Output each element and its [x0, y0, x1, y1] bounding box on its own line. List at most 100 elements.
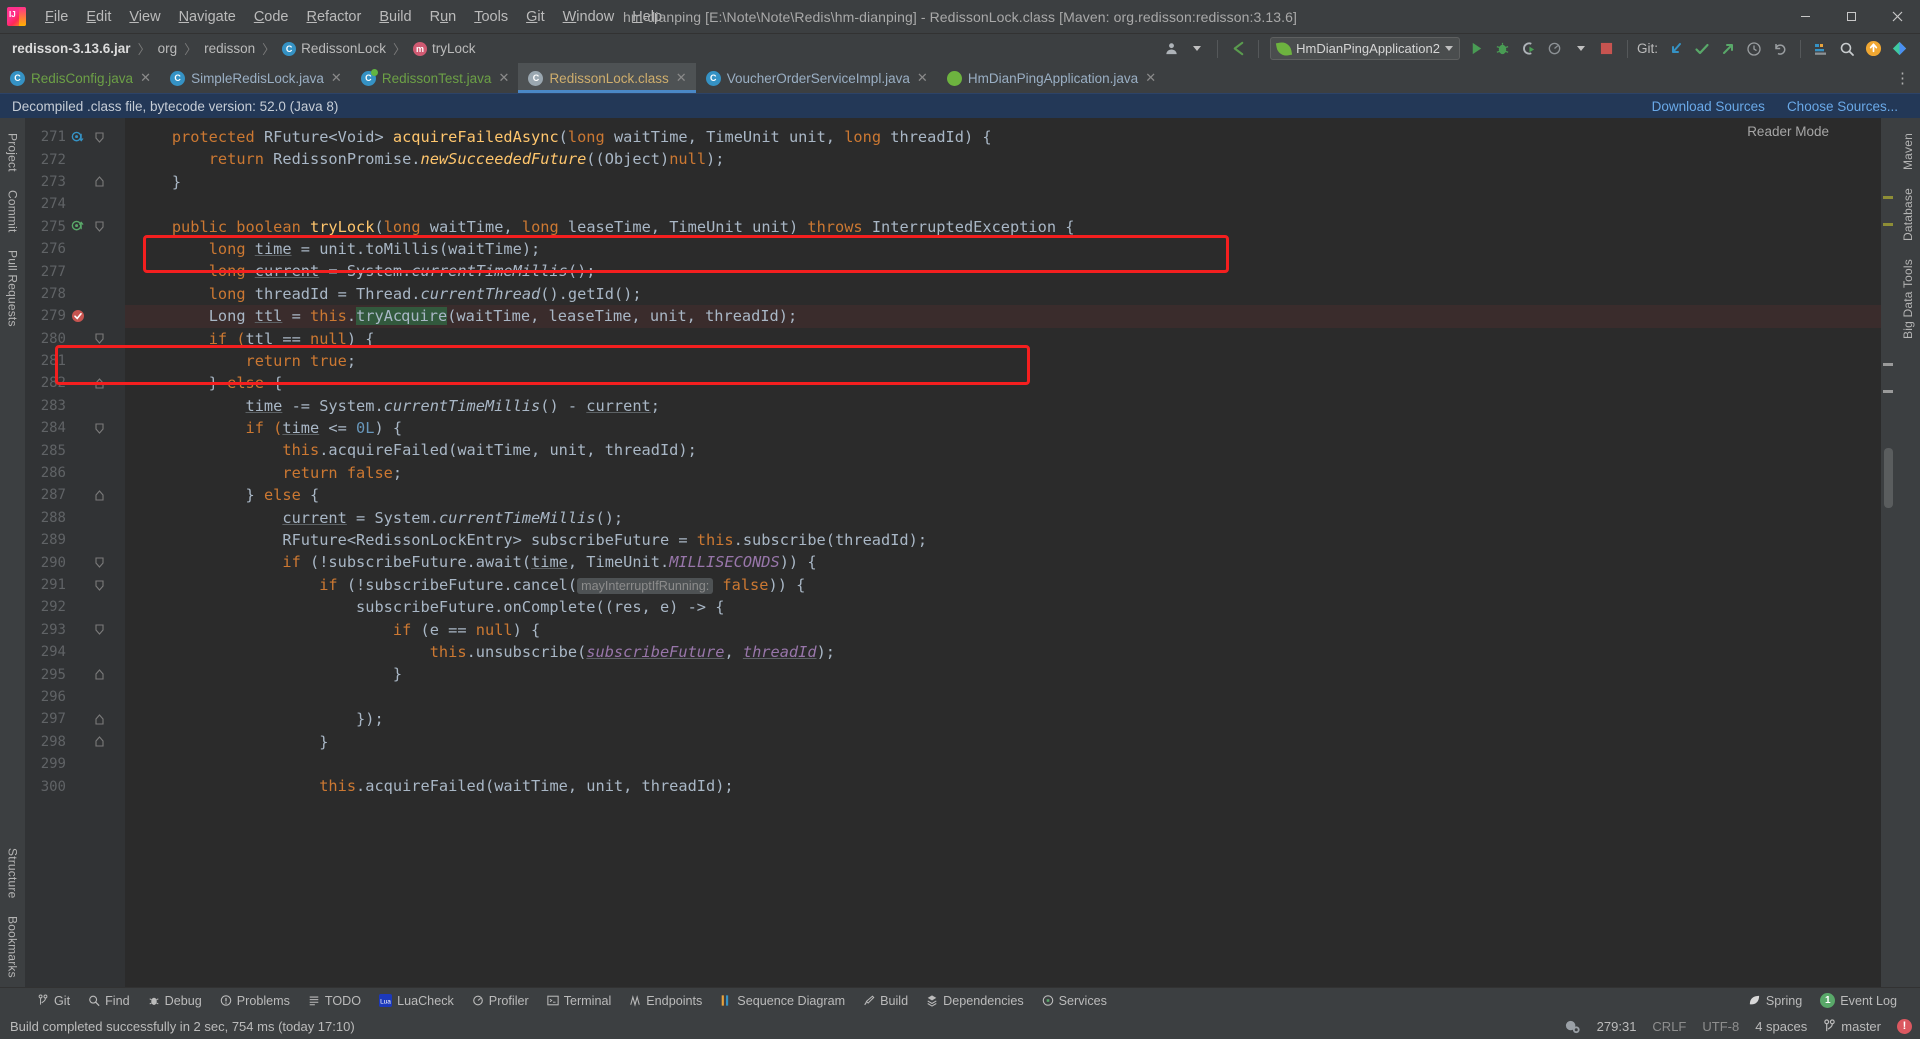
gutter-line-281[interactable]: 281 — [25, 350, 125, 372]
tool-window-luacheck[interactable]: Lua LuaCheck — [370, 992, 463, 1010]
editor-tabs-options-icon[interactable]: ⋮ — [1885, 63, 1920, 93]
gutter-line-288[interactable]: 288 — [25, 507, 125, 529]
gutter-line-299[interactable]: 299 — [25, 753, 125, 775]
fold-end-icon[interactable] — [95, 736, 115, 747]
code-line-292[interactable]: subscribeFuture.onComplete((res, e) -> { — [125, 596, 1881, 618]
sidebar-item-tool-maven[interactable]: Maven — [1897, 124, 1919, 179]
gutter-line-294[interactable]: 294 — [25, 641, 125, 663]
tool-window-profiler[interactable]: Profiler — [463, 992, 538, 1010]
run-with-coverage-icon[interactable] — [1516, 37, 1542, 60]
git-branch-widget[interactable]: master — [1823, 1019, 1881, 1034]
fold-end-icon[interactable] — [95, 669, 115, 680]
tool-window-services[interactable]: Services — [1033, 992, 1116, 1010]
gutter-line-295[interactable]: 295 — [25, 663, 125, 685]
run-configuration-selector[interactable]: HmDianPingApplication2 — [1270, 37, 1460, 60]
close-icon[interactable]: ✕ — [330, 70, 343, 86]
gutter-line-275[interactable]: 275 — [25, 216, 125, 238]
menu-edit[interactable]: Edit — [77, 4, 120, 30]
fold-open-icon[interactable] — [95, 423, 115, 434]
code-line-289[interactable]: RFuture<RedissonLockEntry> subscribeFutu… — [125, 529, 1881, 551]
update-project-icon[interactable] — [1663, 37, 1689, 60]
tool-window-build[interactable]: Build — [854, 992, 917, 1010]
breadcrumb[interactable]: redisson-3.13.6.jar 〉 org 〉 redisson 〉 C Rediss… — [12, 39, 475, 58]
gutter-line-296[interactable]: 296 — [25, 686, 125, 708]
gutter-line-277[interactable]: 277 — [25, 260, 125, 282]
line-separator[interactable]: CRLF — [1652, 1019, 1686, 1034]
code-line-283[interactable]: time -= System.currentTimeMillis() - cur… — [125, 395, 1881, 417]
tool-window-debug[interactable]: Debug — [139, 992, 211, 1010]
push-icon[interactable] — [1715, 37, 1741, 60]
editor-gutter[interactable]: 271 272 273 274 275 276 277 278 279 280 281 282 283 2… — [25, 118, 125, 987]
chevron-down-icon[interactable] — [1568, 37, 1594, 60]
tool-window-sequence-diagram[interactable]: Sequence Diagram — [711, 992, 854, 1010]
fold-end-icon[interactable] — [95, 176, 115, 188]
code-line-299[interactable] — [125, 753, 1881, 775]
editor-tab-simpleredislock-java[interactable]: C SimpleRedisLock.java ✕ — [160, 63, 351, 93]
editor-tabs[interactable]: C RedisConfig.java ✕ C SimpleRedisLock.java ✕… — [0, 63, 1920, 93]
sidebar-item-tool-big-data-tools[interactable]: Big Data Tools — [1897, 250, 1919, 348]
file-encoding[interactable]: UTF-8 — [1702, 1019, 1739, 1034]
editor-scrollbar[interactable] — [1881, 118, 1895, 987]
breadcrumb-item-redisson[interactable]: redisson — [204, 41, 255, 56]
code-line-279[interactable]: Long ttl = this.tryAcquire(waitTime, lea… — [125, 305, 1881, 328]
breadcrumb-item-trylock[interactable]: m tryLock — [412, 41, 475, 56]
implemented-method-icon[interactable] — [71, 220, 95, 233]
code-line-286[interactable]: return false; — [125, 462, 1881, 484]
fold-open-icon[interactable] — [95, 333, 115, 345]
code-line-294[interactable]: this.unsubscribe(subscribeFuture, thread… — [125, 641, 1881, 663]
editor-tab-redissonlock-class[interactable]: C RedissonLock.class ✕ — [518, 63, 697, 93]
history-icon[interactable] — [1741, 37, 1767, 60]
fold-open-icon[interactable] — [95, 557, 115, 568]
code-line-285[interactable]: this.acquireFailed(waitTime, unit, threa… — [125, 439, 1881, 461]
close-icon[interactable]: ✕ — [1144, 70, 1157, 86]
code-line-300[interactable]: this.acquireFailed(waitTime, unit, threa… — [125, 775, 1881, 797]
fold-end-icon[interactable] — [95, 378, 115, 389]
chevron-down-icon[interactable] — [1444, 46, 1453, 51]
search-everywhere-icon[interactable] — [1834, 37, 1860, 60]
tool-window-problems[interactable]: Problems — [211, 992, 299, 1010]
stop-icon[interactable] — [1594, 37, 1620, 60]
code-line-282[interactable]: } else { — [125, 372, 1881, 394]
tool-window-todo[interactable]: TODO — [299, 992, 370, 1010]
error-badge-icon[interactable]: ! — [1897, 1018, 1912, 1034]
indent-setting[interactable]: 4 spaces — [1755, 1019, 1807, 1034]
gutter-line-273[interactable]: 273 — [25, 171, 125, 193]
code-line-297[interactable]: }); — [125, 708, 1881, 730]
commit-icon[interactable] — [1689, 37, 1715, 60]
close-icon[interactable]: ✕ — [497, 70, 510, 86]
maximize-button[interactable] — [1828, 0, 1874, 34]
fold-open-icon[interactable] — [95, 221, 115, 233]
code-line-284[interactable]: if (time <= 0L) { — [125, 417, 1881, 439]
sidebar-item-tool-database[interactable]: Database — [1897, 179, 1919, 250]
gutter-line-276[interactable]: 276 — [25, 238, 125, 260]
breadcrumb-item-redissonlock[interactable]: C RedissonLock — [282, 41, 386, 56]
scrollbar-thumb[interactable] — [1884, 448, 1893, 508]
editor-tab-redisconfig-java[interactable]: C RedisConfig.java ✕ — [0, 63, 160, 93]
user-icon[interactable] — [1158, 37, 1184, 60]
close-icon[interactable]: ✕ — [139, 70, 152, 86]
tool-window-event-log[interactable]: 1 Event Log — [1811, 991, 1906, 1010]
notifications-icon[interactable] — [1860, 37, 1886, 60]
gutter-line-289[interactable]: 289 — [25, 529, 125, 551]
gutter-line-291[interactable]: 291 — [25, 574, 125, 596]
override-method-icon[interactable] — [71, 131, 95, 144]
code-line-277[interactable]: long current = System.currentTimeMillis(… — [125, 260, 1881, 282]
menu-git[interactable]: Git — [517, 4, 554, 30]
tool-window-spring[interactable]: Spring — [1739, 992, 1811, 1010]
tool-window-endpoints[interactable]: Endpoints — [620, 992, 711, 1010]
close-icon[interactable]: ✕ — [916, 70, 929, 86]
profiler-icon[interactable] — [1542, 37, 1568, 60]
gutter-line-279[interactable]: 279 — [25, 305, 125, 327]
sidebar-item-tool-commit[interactable]: Commit — [2, 181, 24, 242]
menu-refactor[interactable]: Refactor — [298, 4, 371, 30]
code-line-280[interactable]: if (ttl == null) { — [125, 328, 1881, 350]
fold-end-icon[interactable] — [95, 714, 115, 725]
breadcrumb-item-org[interactable]: org — [158, 41, 178, 56]
code-line-271[interactable]: protected RFuture<Void> acquireFailedAsy… — [125, 126, 1881, 148]
code-line-293[interactable]: if (e == null) { — [125, 619, 1881, 641]
fold-open-icon[interactable] — [95, 579, 115, 591]
gutter-line-285[interactable]: 285 — [25, 439, 125, 461]
code-line-287[interactable]: } else { — [125, 484, 1881, 506]
menu-window[interactable]: Window — [554, 4, 624, 30]
editor-tab-voucherorderserviceimpl-java[interactable]: C VoucherOrderServiceImpl.java ✕ — [696, 63, 937, 93]
